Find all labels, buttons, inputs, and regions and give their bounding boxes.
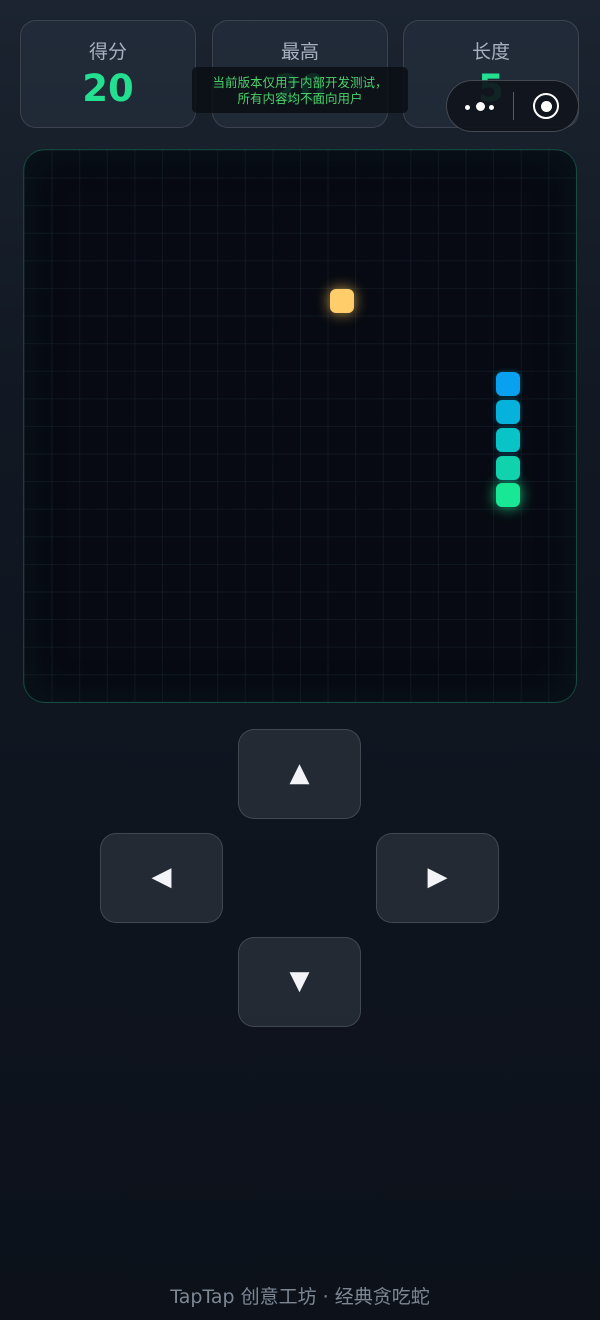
score-card: 得分 20 (20, 20, 196, 128)
score-label: 得分 (88, 41, 127, 63)
capsule-divider (513, 92, 514, 120)
game-board (23, 149, 577, 703)
more-dots-icon[interactable] (461, 81, 501, 131)
snake-head (495, 483, 520, 508)
food-pellet (329, 289, 354, 314)
footer-credit: TapTap 创意工坊 · 经典贪吃蛇 (170, 1286, 430, 1308)
score-value: 20 (82, 67, 134, 110)
dev-banner-line-2: 所有内容均不面向用户 (237, 91, 363, 106)
down-button[interactable]: ▼ (238, 937, 361, 1027)
left-button[interactable]: ◀ (100, 833, 223, 923)
snake-segment (495, 372, 520, 397)
snake-segment (495, 427, 520, 452)
target-close-icon[interactable] (533, 93, 559, 119)
length-label: 长度 (471, 41, 510, 63)
up-button[interactable]: ▲ (238, 729, 361, 819)
snake-segment (495, 455, 520, 480)
snake-segment (495, 400, 520, 425)
high-score-label: 最高 (280, 41, 319, 63)
dev-banner-line-1: 当前版本仅用于内部开发测试， (212, 75, 388, 90)
mini-program-capsule (446, 80, 579, 132)
right-button[interactable]: ▶ (376, 833, 499, 923)
dev-test-banner: 当前版本仅用于内部开发测试， 所有内容均不面向用户 (192, 67, 408, 113)
